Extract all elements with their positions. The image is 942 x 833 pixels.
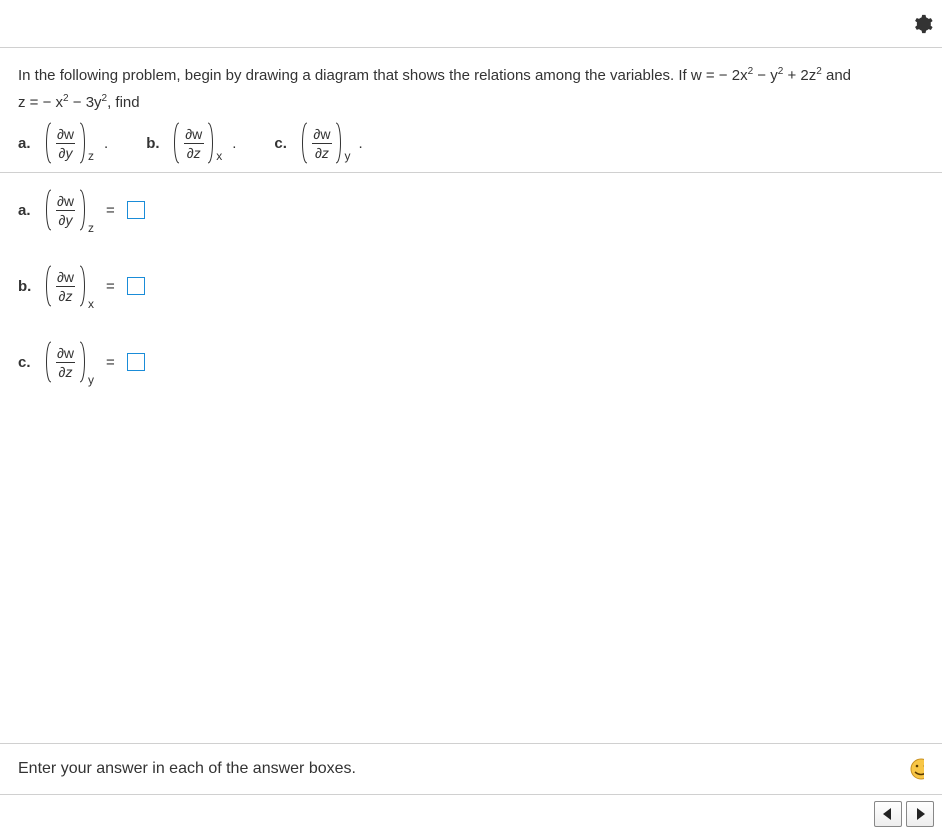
denominator: ∂z (184, 143, 204, 160)
numerator: ∂w (54, 194, 77, 210)
subscript: z (88, 146, 94, 168)
answer-row-c: c. ∂w ∂z y = (18, 341, 924, 383)
answer-label-b: b. (18, 278, 36, 295)
equals-sign: = (106, 202, 115, 219)
subscript: x (216, 146, 222, 168)
partial-expression-c: ∂w ∂z y (300, 122, 350, 164)
denominator: ∂y (56, 210, 76, 227)
spacer (0, 433, 942, 743)
partial-expression-a: ∂w ∂y z (44, 122, 94, 164)
footer-hint-text: Enter your answer in each of the answer … (18, 760, 356, 778)
fraction: ∂w ∂z (54, 346, 77, 379)
numerator: ∂w (54, 270, 77, 286)
subscript: y (344, 146, 350, 168)
subscript: z (88, 221, 94, 235)
problem-text: In the following problem, begin by drawi… (18, 62, 924, 116)
fraction: ∂w ∂z (182, 127, 205, 160)
denominator: ∂z (56, 286, 76, 303)
problem-line2c: , find (107, 94, 140, 111)
fraction: ∂w ∂y (54, 127, 77, 160)
find-row: a. ∂w ∂y z . b. ∂w ∂z x . c. (18, 122, 924, 164)
period: . (358, 130, 362, 157)
numerator: ∂w (54, 346, 77, 362)
answer-area: a. ∂w ∂y z = b. ∂w ∂z x = c. (0, 173, 942, 433)
equals-sign: = (106, 354, 115, 371)
numerator: ∂w (54, 127, 77, 143)
numerator: ∂w (310, 127, 333, 143)
smiley-icon[interactable] (902, 758, 924, 780)
equals-sign: = (106, 278, 115, 295)
problem-statement: In the following problem, begin by drawi… (0, 48, 942, 173)
partial-expression-b: ∂w ∂z x (172, 122, 222, 164)
top-toolbar (0, 0, 942, 48)
problem-line2a: z = − x (18, 94, 63, 111)
answer-input-a[interactable] (127, 201, 145, 219)
fraction: ∂w ∂y (54, 194, 77, 227)
nav-bar (0, 795, 942, 833)
numerator: ∂w (182, 127, 205, 143)
answer-input-b[interactable] (127, 277, 145, 295)
problem-line2b: − 3y (69, 94, 102, 111)
problem-intro: In the following problem, begin by drawi… (18, 67, 748, 84)
partial-expression-c-ans: ∂w ∂z y (44, 341, 94, 383)
problem-intro-3: + 2z (783, 67, 816, 84)
part-label-c: c. (274, 130, 292, 157)
fraction: ∂w ∂z (310, 127, 333, 160)
part-label-a: a. (18, 130, 36, 157)
problem-intro-2: − y (753, 67, 778, 84)
period: . (104, 130, 108, 157)
prev-button[interactable] (874, 801, 902, 827)
answer-row-a: a. ∂w ∂y z = (18, 189, 924, 231)
partial-expression-a-ans: ∂w ∂y z (44, 189, 94, 231)
gear-icon[interactable] (912, 13, 934, 35)
answer-label-a: a. (18, 202, 36, 219)
footer-hint-bar: Enter your answer in each of the answer … (0, 743, 942, 795)
denominator: ∂z (312, 143, 332, 160)
part-label-b: b. (146, 130, 164, 157)
answer-row-b: b. ∂w ∂z x = (18, 265, 924, 307)
next-button[interactable] (906, 801, 934, 827)
denominator: ∂z (56, 362, 76, 379)
answer-input-c[interactable] (127, 353, 145, 371)
subscript: y (88, 373, 94, 387)
partial-expression-b-ans: ∂w ∂z x (44, 265, 94, 307)
answer-label-c: c. (18, 354, 36, 371)
period: . (232, 130, 236, 157)
denominator: ∂y (56, 143, 76, 160)
problem-and: and (822, 67, 851, 84)
fraction: ∂w ∂z (54, 270, 77, 303)
subscript: x (88, 297, 94, 311)
